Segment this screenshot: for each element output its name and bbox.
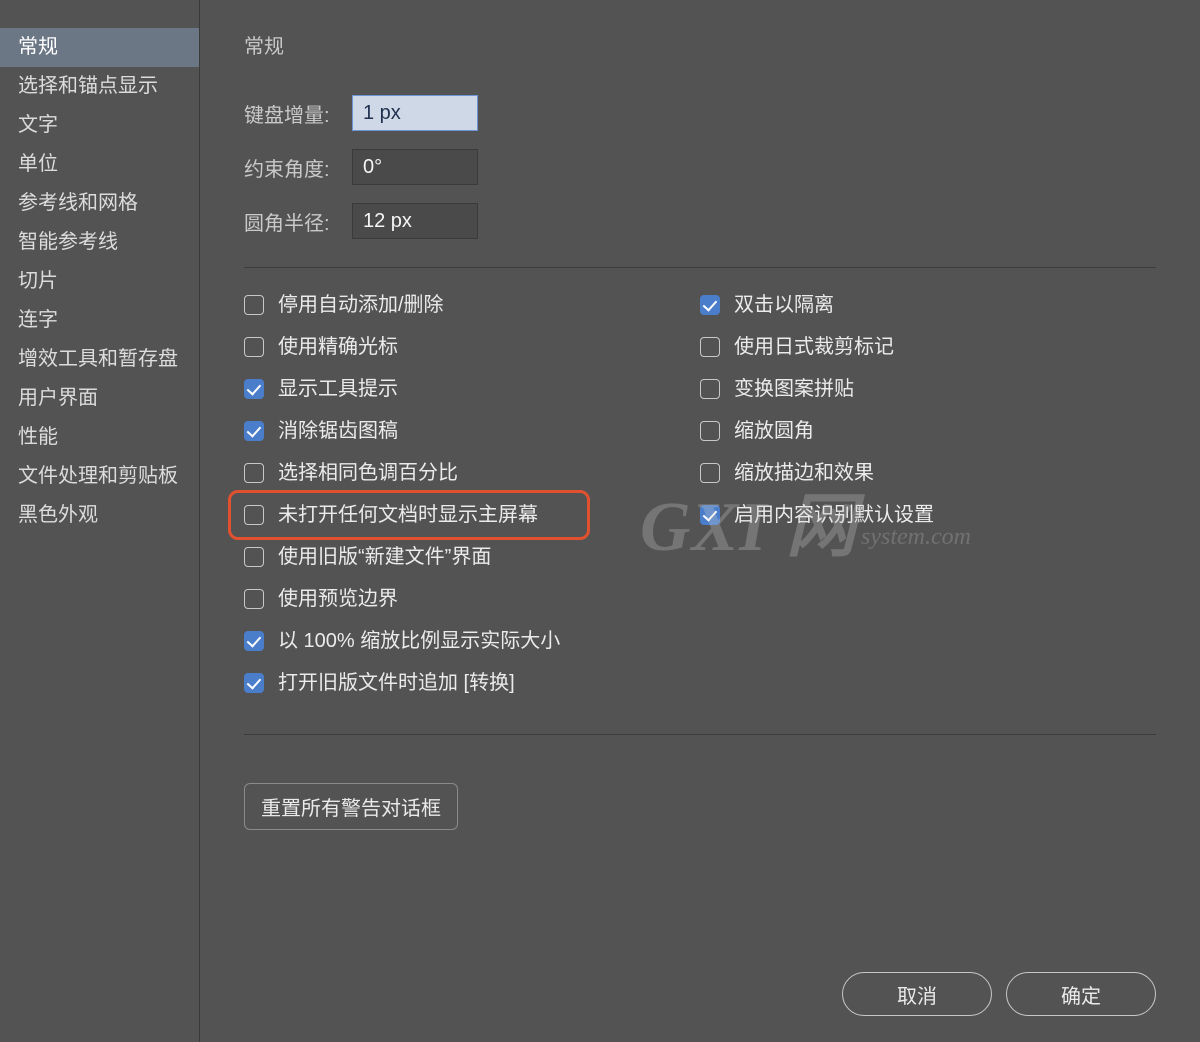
- check-label: 使用预览边界: [278, 586, 398, 612]
- check-label: 未打开任何文档时显示主屏幕: [278, 502, 538, 528]
- checkbox-icon[interactable]: [700, 295, 720, 315]
- check-label: 变换图案拼贴: [734, 376, 854, 402]
- checkbox-col-right: 双击以隔离使用日式裁剪标记变换图案拼贴缩放圆角缩放描边和效果启用内容识别默认设置: [700, 292, 1156, 712]
- checkbox-icon[interactable]: [700, 337, 720, 357]
- check-row-left-7[interactable]: 使用预览边界: [244, 586, 700, 612]
- reset-warnings-button[interactable]: 重置所有警告对话框: [244, 783, 458, 830]
- label-constrain-angle: 约束角度:: [244, 153, 344, 182]
- check-row-right-4[interactable]: 缩放描边和效果: [700, 460, 1156, 486]
- sidebar-item-12[interactable]: 黑色外观: [0, 496, 199, 535]
- check-row-right-2[interactable]: 变换图案拼贴: [700, 376, 1156, 402]
- divider: [244, 734, 1156, 735]
- sidebar-item-5[interactable]: 智能参考线: [0, 223, 199, 262]
- label-keyboard-increment: 键盘增量:: [244, 99, 344, 128]
- checkbox-icon[interactable]: [244, 295, 264, 315]
- panel-title: 常规: [244, 30, 1156, 59]
- check-row-right-3[interactable]: 缩放圆角: [700, 418, 1156, 444]
- sidebar-item-4[interactable]: 参考线和网格: [0, 184, 199, 223]
- sidebar-item-10[interactable]: 性能: [0, 418, 199, 457]
- divider: [244, 267, 1156, 268]
- checkbox-col-left: 停用自动添加/删除使用精确光标显示工具提示消除锯齿图稿选择相同色调百分比未打开任…: [244, 292, 700, 712]
- sidebar-item-11[interactable]: 文件处理和剪贴板: [0, 457, 199, 496]
- check-row-right-0[interactable]: 双击以隔离: [700, 292, 1156, 318]
- check-label: 启用内容识别默认设置: [734, 502, 934, 528]
- checkbox-icon[interactable]: [244, 547, 264, 567]
- checkbox-icon[interactable]: [700, 505, 720, 525]
- check-label: 使用精确光标: [278, 334, 398, 360]
- input-corner-radius[interactable]: [352, 203, 478, 239]
- checkbox-icon[interactable]: [244, 673, 264, 693]
- input-constrain-angle[interactable]: [352, 149, 478, 185]
- check-label: 消除锯齿图稿: [278, 418, 398, 444]
- check-label: 缩放圆角: [734, 418, 814, 444]
- checkbox-icon[interactable]: [244, 631, 264, 651]
- checkbox-icon[interactable]: [700, 463, 720, 483]
- check-row-left-5[interactable]: 未打开任何文档时显示主屏幕: [244, 502, 700, 528]
- sidebar-item-6[interactable]: 切片: [0, 262, 199, 301]
- check-row-left-2[interactable]: 显示工具提示: [244, 376, 700, 402]
- check-row-right-1[interactable]: 使用日式裁剪标记: [700, 334, 1156, 360]
- input-keyboard-increment[interactable]: [352, 95, 478, 131]
- sidebar-item-9[interactable]: 用户界面: [0, 379, 199, 418]
- check-label: 打开旧版文件时追加 [转换]: [278, 670, 515, 696]
- check-label: 以 100% 缩放比例显示实际大小: [278, 628, 560, 654]
- checkbox-icon[interactable]: [244, 589, 264, 609]
- row-keyboard-increment: 键盘增量:: [244, 95, 1156, 131]
- check-label: 缩放描边和效果: [734, 460, 874, 486]
- bottom-bar: 取消 确定: [842, 972, 1156, 1016]
- check-row-left-4[interactable]: 选择相同色调百分比: [244, 460, 700, 486]
- checkbox-icon[interactable]: [244, 337, 264, 357]
- check-row-left-0[interactable]: 停用自动添加/删除: [244, 292, 700, 318]
- check-label: 显示工具提示: [278, 376, 398, 402]
- sidebar-item-8[interactable]: 增效工具和暂存盘: [0, 340, 199, 379]
- checkbox-columns: 停用自动添加/删除使用精确光标显示工具提示消除锯齿图稿选择相同色调百分比未打开任…: [244, 292, 1156, 712]
- check-row-left-9[interactable]: 打开旧版文件时追加 [转换]: [244, 670, 700, 696]
- text-fields: 键盘增量: 约束角度: 圆角半径:: [244, 95, 1156, 239]
- check-label: 使用旧版“新建文件”界面: [278, 544, 491, 570]
- checkbox-icon[interactable]: [700, 379, 720, 399]
- sidebar-item-2[interactable]: 文字: [0, 106, 199, 145]
- sidebar-item-3[interactable]: 单位: [0, 145, 199, 184]
- row-constrain-angle: 约束角度:: [244, 149, 1156, 185]
- check-label: 双击以隔离: [734, 292, 834, 318]
- check-row-left-6[interactable]: 使用旧版“新建文件”界面: [244, 544, 700, 570]
- check-row-right-5[interactable]: 启用内容识别默认设置: [700, 502, 1156, 528]
- checkbox-icon[interactable]: [700, 421, 720, 441]
- check-label: 选择相同色调百分比: [278, 460, 458, 486]
- check-label: 使用日式裁剪标记: [734, 334, 894, 360]
- main-panel: 常规 键盘增量: 约束角度: 圆角半径: 停用自动添加/删除使用精确光标显示工具…: [200, 0, 1200, 1042]
- sidebar: 常规选择和锚点显示文字单位参考线和网格智能参考线切片连字增效工具和暂存盘用户界面…: [0, 0, 200, 1042]
- label-corner-radius: 圆角半径:: [244, 207, 344, 236]
- checkbox-icon[interactable]: [244, 379, 264, 399]
- check-row-left-8[interactable]: 以 100% 缩放比例显示实际大小: [244, 628, 700, 654]
- cancel-button[interactable]: 取消: [842, 972, 992, 1016]
- preferences-dialog: 常规选择和锚点显示文字单位参考线和网格智能参考线切片连字增效工具和暂存盘用户界面…: [0, 0, 1200, 1042]
- checkbox-icon[interactable]: [244, 463, 264, 483]
- checkbox-icon[interactable]: [244, 421, 264, 441]
- ok-button[interactable]: 确定: [1006, 972, 1156, 1016]
- check-row-left-3[interactable]: 消除锯齿图稿: [244, 418, 700, 444]
- row-corner-radius: 圆角半径:: [244, 203, 1156, 239]
- checkbox-icon[interactable]: [244, 505, 264, 525]
- sidebar-item-1[interactable]: 选择和锚点显示: [0, 67, 199, 106]
- check-label: 停用自动添加/删除: [278, 292, 444, 318]
- sidebar-item-7[interactable]: 连字: [0, 301, 199, 340]
- sidebar-item-0[interactable]: 常规: [0, 28, 199, 67]
- check-row-left-1[interactable]: 使用精确光标: [244, 334, 700, 360]
